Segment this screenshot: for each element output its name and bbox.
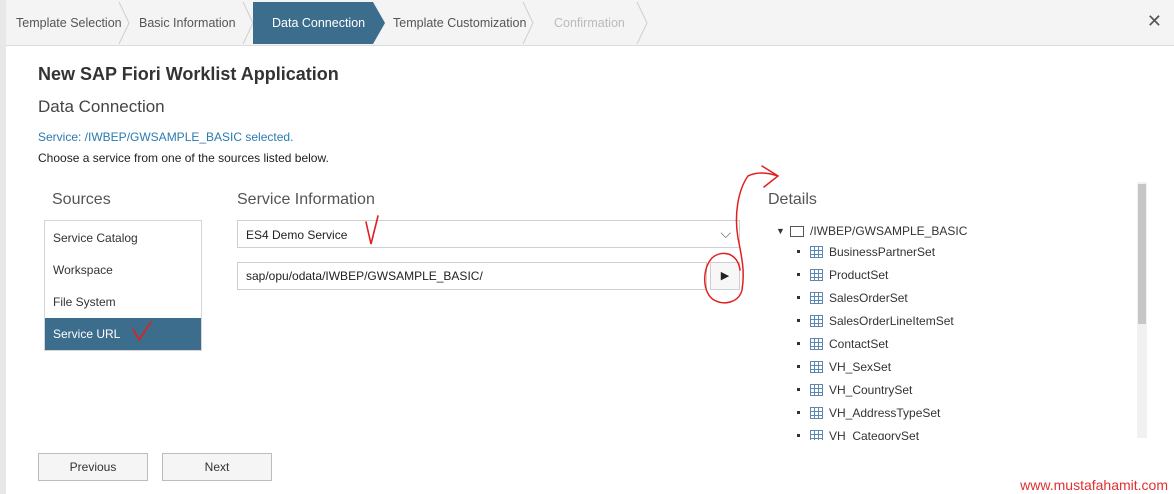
- system-select[interactable]: ES4 Demo Service ⌵: [237, 220, 740, 248]
- entity-label: BusinessPartnerSet: [829, 244, 936, 259]
- bullet-icon: [797, 319, 800, 322]
- entity-label: ContactSet: [829, 336, 889, 351]
- service-node-icon: [790, 225, 804, 237]
- service-information-heading: Service Information: [237, 191, 375, 208]
- step-separator-icon: [636, 2, 648, 44]
- entity-set-icon: [810, 337, 823, 350]
- entity-set-icon: [810, 314, 823, 327]
- entity-label: ProductSet: [829, 267, 889, 282]
- entity-item[interactable]: VH_CountrySet: [776, 378, 967, 401]
- chevron-down-icon: ⌵: [720, 225, 731, 241]
- play-icon: ▶: [720, 270, 730, 282]
- wizard-step-bar: Template Selection Basic Information Dat…: [6, 0, 1174, 46]
- expand-triangle-icon[interactable]: ▼: [776, 226, 786, 236]
- entity-item[interactable]: VH_CategorySet: [776, 424, 967, 440]
- bullet-icon: [797, 365, 800, 368]
- entity-set-icon: [810, 383, 823, 396]
- page-subtitle: Data Connection: [38, 97, 165, 116]
- entity-set-icon: [810, 291, 823, 304]
- bullet-icon: [797, 342, 800, 345]
- page-title: New SAP Fiori Worklist Application: [38, 64, 339, 84]
- entity-item[interactable]: ProductSet: [776, 263, 967, 286]
- next-button[interactable]: Next: [162, 453, 272, 481]
- bullet-icon: [797, 296, 800, 299]
- entity-label: VH_CountrySet: [829, 382, 913, 397]
- previous-button[interactable]: Previous: [38, 453, 148, 481]
- instruction-text: Choose a service from one of the sources…: [38, 151, 329, 165]
- source-workspace[interactable]: Workspace: [45, 254, 201, 286]
- entity-label: VH_SexSet: [829, 359, 892, 374]
- system-select-value: ES4 Demo Service: [246, 228, 348, 242]
- step-label: Confirmation: [554, 16, 625, 30]
- step-basic-information[interactable]: Basic Information: [129, 2, 254, 44]
- entity-set-icon: [810, 406, 823, 419]
- details-scrollbar[interactable]: [1137, 182, 1147, 438]
- entity-item[interactable]: ContactSet: [776, 332, 967, 355]
- entity-item[interactable]: BusinessPartnerSet: [776, 240, 967, 263]
- step-label: Data Connection: [272, 16, 366, 30]
- step-template-selection[interactable]: Template Selection: [6, 2, 130, 44]
- source-file-system[interactable]: File System: [45, 286, 201, 318]
- sources-list: Service Catalog Workspace File System Se…: [44, 220, 202, 351]
- source-service-catalog[interactable]: Service Catalog: [45, 222, 201, 254]
- details-heading: Details: [768, 191, 817, 208]
- bullet-icon: [797, 250, 800, 253]
- service-url-input[interactable]: [237, 262, 707, 290]
- tree-root-node[interactable]: ▼ /IWBEP/GWSAMPLE_BASIC: [776, 222, 967, 240]
- entity-item[interactable]: SalesOrderLineItemSet: [776, 309, 967, 332]
- tree-root-label: /IWBEP/GWSAMPLE_BASIC: [810, 224, 968, 238]
- entity-set-icon: [810, 360, 823, 373]
- run-service-button[interactable]: ▶: [710, 262, 740, 290]
- entity-item[interactable]: VH_SexSet: [776, 355, 967, 378]
- source-service-url[interactable]: Service URL: [45, 318, 201, 350]
- entity-set-icon: [810, 429, 823, 440]
- step-label: Template Selection: [16, 16, 122, 30]
- step-label: Basic Information: [139, 16, 236, 30]
- sources-heading: Sources: [52, 191, 111, 208]
- scrollbar-thumb[interactable]: [1138, 184, 1146, 324]
- entity-set-icon: [810, 268, 823, 281]
- close-icon[interactable]: ✕: [1147, 11, 1162, 32]
- wizard-steps: Template Selection Basic Information Dat…: [6, 2, 648, 44]
- bullet-icon: [797, 411, 800, 414]
- watermark-text: www.mustafahamit.com: [1020, 477, 1168, 493]
- entity-label: SalesOrderSet: [829, 290, 908, 305]
- bullet-icon: [797, 388, 800, 391]
- status-message: Service: /IWBEP/GWSAMPLE_BASIC selected.: [38, 130, 294, 144]
- entity-item[interactable]: VH_AddressTypeSet: [776, 401, 967, 424]
- entity-list: BusinessPartnerSet ProductSet SalesOrder…: [776, 240, 967, 440]
- bullet-icon: [797, 273, 800, 276]
- entity-label: VH_CategorySet: [829, 428, 920, 441]
- step-template-customization[interactable]: Template Customization: [373, 2, 534, 44]
- background-window-strip: [0, 0, 6, 494]
- step-confirmation: Confirmation: [533, 2, 648, 44]
- step-data-connection[interactable]: Data Connection: [253, 2, 385, 44]
- entity-set-icon: [810, 245, 823, 258]
- service-tree: ▼ /IWBEP/GWSAMPLE_BASIC BusinessPartnerS…: [776, 222, 967, 440]
- entity-item[interactable]: SalesOrderSet: [776, 286, 967, 309]
- bullet-icon: [797, 434, 800, 437]
- step-label: Template Customization: [393, 16, 527, 30]
- details-panel: ▼ /IWBEP/GWSAMPLE_BASIC BusinessPartnerS…: [760, 215, 1130, 440]
- entity-label: SalesOrderLineItemSet: [829, 313, 954, 328]
- entity-label: VH_AddressTypeSet: [829, 405, 941, 420]
